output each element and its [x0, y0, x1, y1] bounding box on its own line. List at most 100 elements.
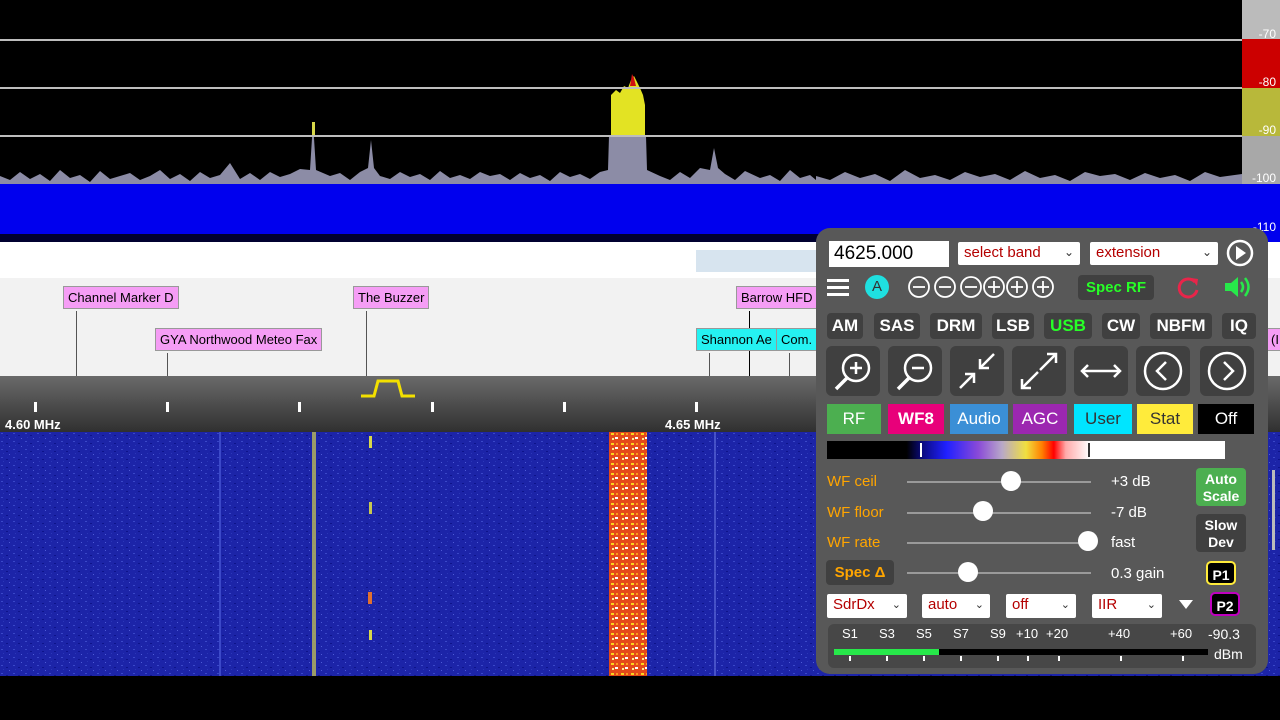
- off-dropdown[interactable]: off ⌄: [1006, 594, 1076, 618]
- spec-rf-button[interactable]: Spec RF: [1078, 275, 1154, 300]
- compress-icon: [959, 353, 995, 389]
- mode-am-button[interactable]: AM: [827, 313, 863, 339]
- s-meter-label: +40: [1108, 626, 1131, 641]
- scrollbar[interactable]: [1272, 470, 1275, 550]
- off-label: off: [1012, 596, 1029, 613]
- tab-off[interactable]: Off: [1198, 404, 1254, 434]
- station-label-gya-northwood[interactable]: GYA Northwood Meteo Fax: [155, 328, 323, 351]
- mode-cw-button[interactable]: CW: [1102, 313, 1140, 339]
- zoom-in-button[interactable]: [826, 346, 880, 396]
- tab-agc[interactable]: AGC: [1013, 404, 1067, 434]
- colormap-marker[interactable]: [1088, 443, 1090, 457]
- scale-tick: [298, 402, 301, 412]
- speaker-icon[interactable]: [1222, 273, 1254, 301]
- db-scale: -70 -80 -90 -100 -110: [1242, 0, 1280, 242]
- vfo-a-button[interactable]: A: [865, 275, 889, 299]
- s-meter-label: S1: [842, 626, 858, 641]
- select-band-dropdown[interactable]: select band ⌄: [958, 242, 1080, 265]
- iir-dropdown[interactable]: IIR ⌄: [1092, 594, 1162, 618]
- zoom-out-button[interactable]: [888, 346, 942, 396]
- passband-marker[interactable]: [360, 378, 416, 398]
- slow-dev-button[interactable]: Slow Dev: [1196, 514, 1246, 552]
- p2-button[interactable]: P2: [1210, 592, 1240, 616]
- auto-dropdown[interactable]: auto ⌄: [922, 594, 990, 618]
- colormap-marker[interactable]: [920, 443, 922, 457]
- s-meter-label: S9: [990, 626, 1006, 641]
- mode-iq-button[interactable]: IQ: [1222, 313, 1256, 339]
- s-meter-tick: [923, 656, 925, 661]
- spec-delta-track[interactable]: [907, 572, 1091, 574]
- triangle-down-icon[interactable]: [1178, 598, 1194, 610]
- auto-scale-button[interactable]: Auto Scale: [1196, 468, 1246, 506]
- tab-audio[interactable]: Audio: [950, 404, 1008, 434]
- scale-label: 4.60 MHz: [5, 417, 61, 432]
- station-label-edge[interactable]: (I: [1266, 328, 1280, 351]
- p1-button[interactable]: P1: [1206, 561, 1236, 585]
- wf-floor-label: WF floor: [827, 504, 884, 521]
- chevron-down-icon: ⌄: [1146, 599, 1156, 611]
- wf-ceil-slider[interactable]: [1001, 471, 1021, 491]
- menu-icon[interactable]: [826, 276, 852, 298]
- center-button[interactable]: [1074, 346, 1128, 396]
- wf-floor-slider[interactable]: [973, 501, 993, 521]
- mode-lsb-button[interactable]: LSB: [992, 313, 1034, 339]
- iir-label: IIR: [1098, 596, 1118, 613]
- chevron-right-icon: [1207, 351, 1247, 391]
- auto-label: auto: [928, 596, 958, 613]
- sdrdx-dropdown[interactable]: SdrDx ⌄: [827, 594, 907, 618]
- wf-floor-track[interactable]: [907, 512, 1091, 514]
- scale-tick: [563, 402, 566, 412]
- grid-line: [0, 87, 1242, 89]
- s-meter-label: S7: [953, 626, 969, 641]
- wf-ceil-track[interactable]: [907, 481, 1091, 483]
- play-icon[interactable]: [1225, 238, 1255, 268]
- mode-usb-button[interactable]: USB: [1044, 313, 1092, 339]
- wf-rate-track[interactable]: [907, 542, 1091, 544]
- wf-rate-label: WF rate: [827, 534, 881, 551]
- s-meter-unit: dBm: [1214, 646, 1243, 662]
- scale-tick: [166, 402, 169, 412]
- station-label-shannon[interactable]: Shannon Ae: [696, 328, 778, 351]
- s-meter-tick: [1027, 656, 1029, 661]
- chevron-down-icon: ⌄: [1063, 245, 1074, 259]
- station-label-channel-marker-d[interactable]: Channel Marker D: [63, 286, 179, 309]
- band-segment[interactable]: [696, 250, 836, 272]
- mode-sas-button[interactable]: SAS: [874, 313, 920, 339]
- station-label-the-buzzer[interactable]: The Buzzer: [353, 286, 430, 309]
- page-left-button[interactable]: [1136, 346, 1190, 396]
- scale-tick: [695, 402, 698, 412]
- tab-stat[interactable]: Stat: [1137, 404, 1193, 434]
- zoom-step-buttons[interactable]: [906, 274, 1066, 300]
- page-right-button[interactable]: [1200, 346, 1254, 396]
- s-meter-label: +60: [1170, 626, 1193, 641]
- wf-rate-slider[interactable]: [1078, 531, 1098, 551]
- scale-tick: [431, 402, 434, 412]
- station-label-com[interactable]: Com.: [776, 328, 818, 351]
- grid-line: [0, 135, 1242, 137]
- db-label: -100: [1251, 171, 1276, 185]
- sdrdx-label: SdrDx: [833, 596, 875, 613]
- db-label: -90: [1258, 123, 1276, 137]
- wf-floor-value: -7 dB: [1111, 504, 1147, 521]
- wf-rate-value: fast: [1111, 534, 1136, 551]
- station-label-barrow-hfd[interactable]: Barrow HFD: [736, 286, 818, 309]
- spec-delta-button[interactable]: Spec Δ: [826, 560, 894, 585]
- zoom-band-button[interactable]: [950, 346, 1004, 396]
- waterfall-colormap: [827, 441, 1225, 459]
- reload-icon[interactable]: [1176, 275, 1202, 301]
- frequency-input[interactable]: 4625.000: [829, 241, 949, 267]
- mode-nbfm-button[interactable]: NBFM: [1150, 313, 1212, 339]
- s-meter-tick: [1182, 656, 1184, 661]
- db-label: -80: [1258, 75, 1276, 89]
- extension-dropdown[interactable]: extension ⌄: [1090, 242, 1218, 265]
- mode-drm-button[interactable]: DRM: [930, 313, 982, 339]
- tab-rf[interactable]: RF: [827, 404, 881, 434]
- zoom-max-button[interactable]: [1012, 346, 1066, 396]
- spectrum-display[interactable]: [0, 0, 1242, 242]
- marker-line: [789, 353, 790, 376]
- tab-wf[interactable]: WF8: [888, 404, 944, 434]
- spec-delta-slider[interactable]: [958, 562, 978, 582]
- marker-line: [167, 353, 168, 376]
- s-meter-bar: [834, 649, 939, 655]
- tab-user[interactable]: User: [1074, 404, 1132, 434]
